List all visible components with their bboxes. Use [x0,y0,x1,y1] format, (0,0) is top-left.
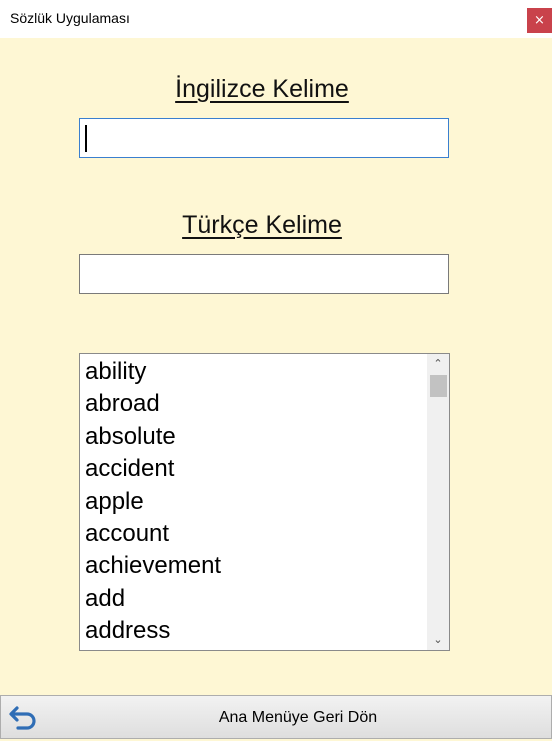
turkish-word-field[interactable] [79,254,449,294]
list-item[interactable]: accident [80,453,425,485]
scroll-up-icon[interactable]: ⌃ [427,354,449,374]
english-word-label: İngilizce Kelime [175,75,349,103]
vertical-scrollbar[interactable]: ⌃ ⌄ [427,354,449,650]
back-button-label: Ana Menüye Geri Dön [218,709,378,726]
list-item[interactable]: abroad [80,388,425,420]
list-item[interactable]: add [80,583,425,615]
english-word-input[interactable] [80,119,448,157]
list-item[interactable]: ability [80,356,425,388]
english-word-field[interactable] [79,118,449,158]
turkish-word-input[interactable] [80,255,448,293]
list-item[interactable]: apple [80,486,425,518]
text-caret [85,125,87,152]
word-list: ability abroad absolute accident apple a… [80,356,425,648]
scroll-down-icon[interactable]: ⌄ [427,630,449,650]
window-title: Sözlük Uygulaması [10,10,130,26]
turkish-word-label: Türkçe Kelime [182,211,342,239]
close-button[interactable]: × [527,8,552,33]
word-listbox[interactable]: ability abroad absolute accident apple a… [79,353,450,651]
scroll-thumb[interactable] [430,375,447,397]
back-to-main-menu-button[interactable]: Ana Menüye Geri Dön [0,695,552,739]
list-item[interactable]: achievement [80,550,425,582]
main-panel: İngilizce Kelime Türkçe Kelime ability a… [0,38,552,741]
list-item[interactable]: address [80,615,425,647]
title-bar: Sözlük Uygulaması × [0,0,552,38]
list-item[interactable]: account [80,518,425,550]
list-item[interactable]: absolute [80,421,425,453]
